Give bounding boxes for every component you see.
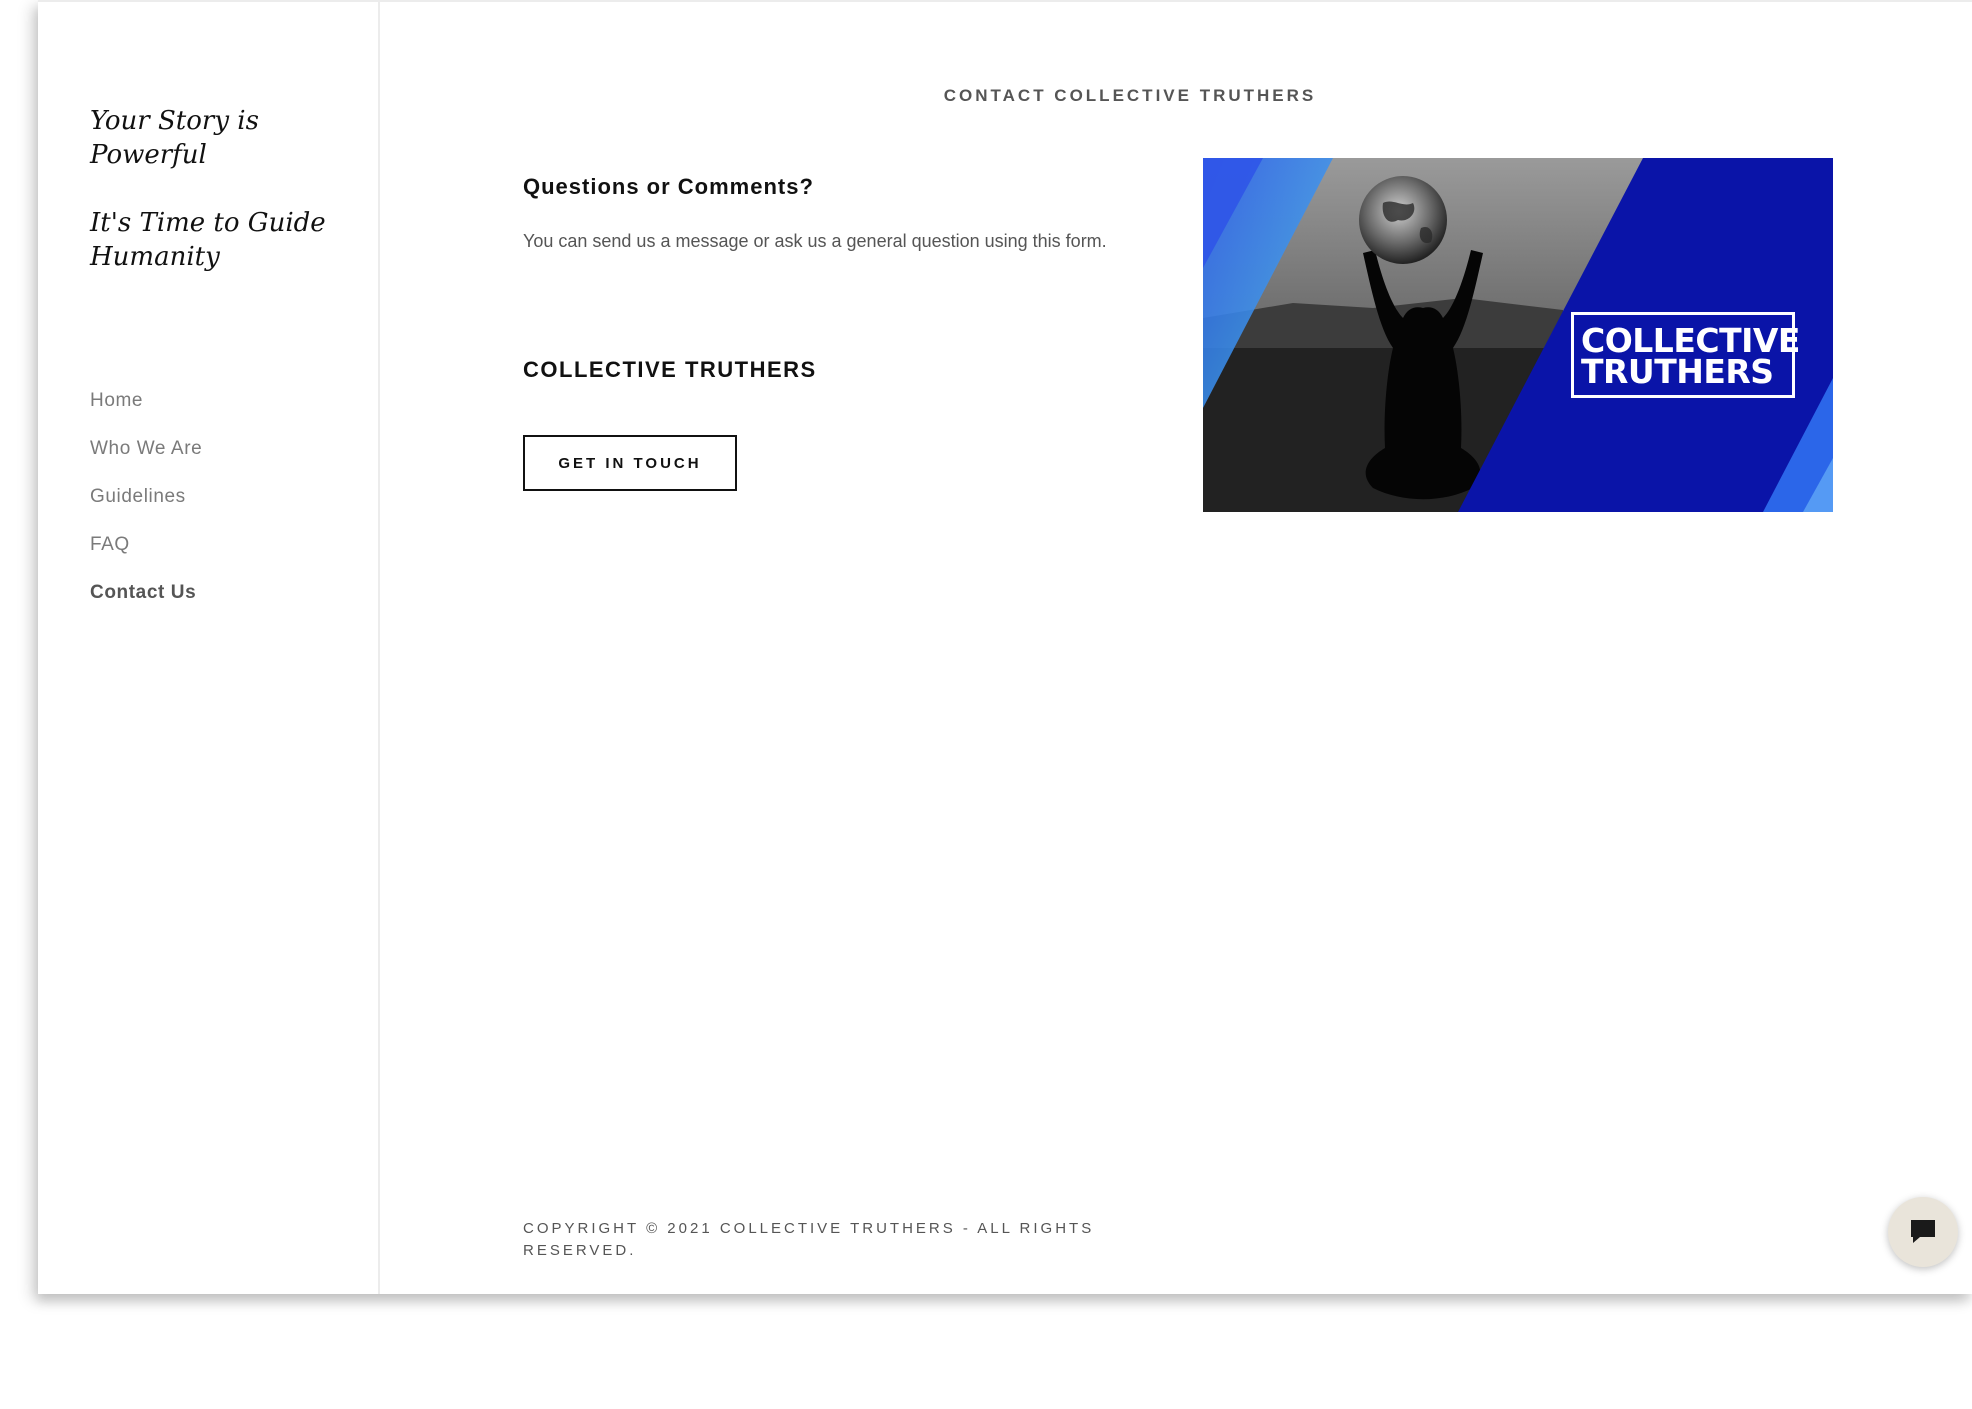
chat-bubble-icon — [1911, 1220, 1935, 1243]
sidebar: Your Story is Powerful It's Time to Guid… — [38, 2, 380, 1294]
tagline-story: Your Story is Powerful — [90, 106, 259, 170]
questions-heading: Questions or Comments? — [523, 174, 814, 199]
get-in-touch-button[interactable]: GET IN TOUCH — [523, 435, 737, 491]
main-content: CONTACT COLLECTIVE TRUTHERS Questions or… — [380, 2, 1972, 1294]
questions-description: You can send us a message or ask us a ge… — [523, 231, 1107, 251]
brand-logo-box: COLLECTIVE TRUTHERS — [1571, 312, 1800, 398]
sidebar-nav: Home Who We Are Guidelines FAQ Contact U… — [90, 390, 202, 630]
nav-item-contact-us[interactable]: Contact Us — [90, 582, 202, 630]
nav-item-faq[interactable]: FAQ — [90, 534, 202, 582]
page-frame: Your Story is Powerful It's Time to Guid… — [38, 0, 1972, 1294]
hero-image: COLLECTIVE TRUTHERS — [1203, 158, 1833, 512]
chat-button[interactable] — [1888, 1197, 1958, 1267]
tagline-humanity: It's Time to Guide Humanity — [90, 208, 326, 272]
nav-item-home[interactable]: Home — [90, 390, 202, 438]
footer-copyright: COPYRIGHT © 2021 COLLECTIVE TRUTHERS - A… — [523, 1220, 1095, 1259]
organization-name: COLLECTIVE TRUTHERS — [523, 357, 817, 382]
brand-logo-line-2: TRUTHERS — [1581, 352, 1774, 391]
nav-item-who-we-are[interactable]: Who We Are — [90, 438, 202, 486]
nav-item-guidelines[interactable]: Guidelines — [90, 486, 202, 534]
page-title: CONTACT COLLECTIVE TRUTHERS — [943, 86, 1317, 105]
